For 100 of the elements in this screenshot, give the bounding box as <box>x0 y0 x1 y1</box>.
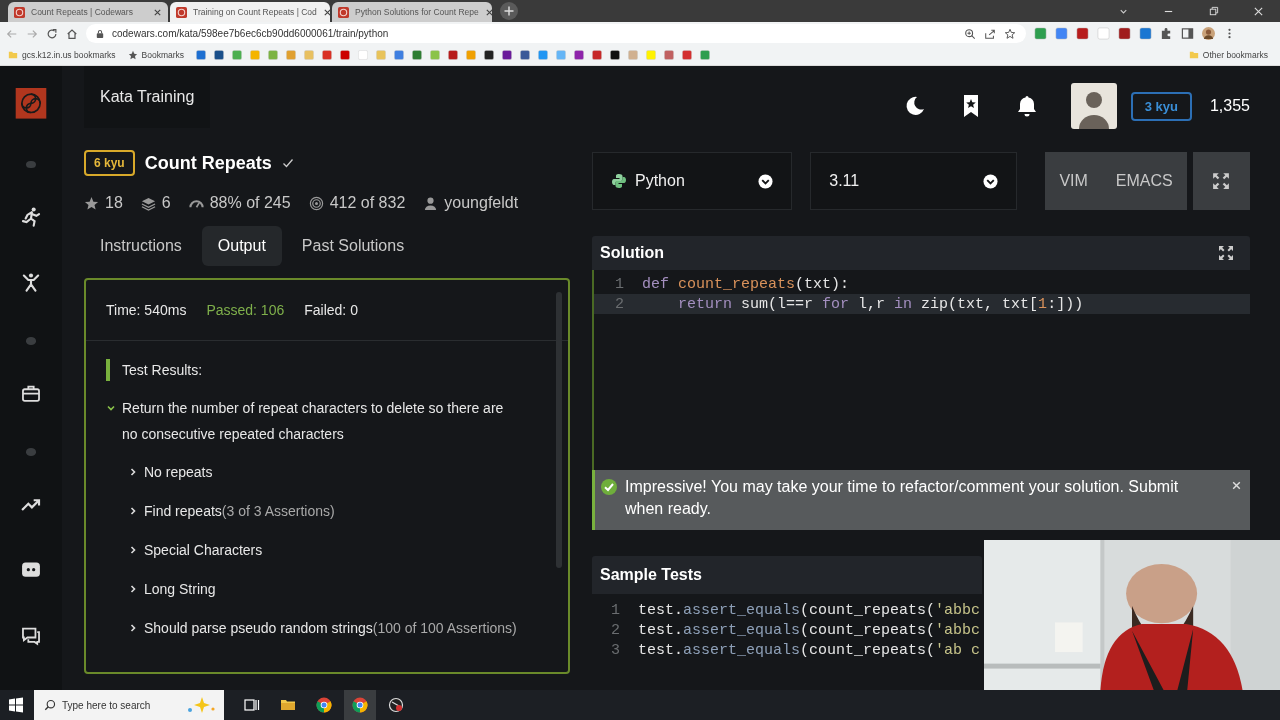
tab[interactable]: Past Solutions <box>285 226 421 266</box>
extension-icon[interactable] <box>1076 27 1089 40</box>
address-bar[interactable]: codewars.com/kata/598ee7b6ec6cb90dd6000061/train/python <box>86 24 1026 43</box>
bookmark-label[interactable]: gcs.k12.in.us bookmarks <box>22 50 116 60</box>
close-icon[interactable] <box>484 7 494 17</box>
chrome-icon[interactable] <box>344 690 376 720</box>
windows-icon[interactable] <box>8 697 24 713</box>
check-circle-icon <box>601 479 617 495</box>
kata-title: Count Repeats <box>144 152 272 174</box>
task-view-icon[interactable] <box>244 697 260 713</box>
puzzle-icon[interactable] <box>1160 27 1173 40</box>
profile-avatar[interactable] <box>1202 27 1215 40</box>
dot-icon <box>26 448 36 456</box>
bookmark-label[interactable]: Other bookmarks <box>1202 50 1268 60</box>
code-line: test.assert_equals(count_repeats('abbc <box>638 601 981 619</box>
results-heading: Test Results: <box>106 359 548 381</box>
stat-value: 412 of 832 <box>329 194 406 212</box>
close-icon[interactable] <box>153 7 162 17</box>
chevron-right-icon <box>128 467 138 477</box>
extension-icon[interactable] <box>1139 27 1152 40</box>
code-line: test.assert_equals(count_repeats('ab c <box>638 641 981 659</box>
passed-count: Passed: 106 <box>206 302 285 318</box>
close-icon[interactable] <box>322 7 332 17</box>
folder-icon <box>1188 50 1199 60</box>
site-icon <box>176 6 187 18</box>
version-select[interactable]: 3.11 <box>810 152 1018 210</box>
new-tab-icon[interactable] <box>500 2 518 20</box>
star-icon <box>84 195 99 211</box>
bookmark-icon[interactable] <box>520 50 531 60</box>
test-group[interactable]: Should parse pseudo random strings(100 of 100 Assertions) <box>128 615 548 641</box>
code-line: def count_repeats(txt): <box>642 275 850 293</box>
avatar[interactable] <box>1070 83 1117 129</box>
expand-icon[interactable] <box>1218 245 1234 261</box>
stat-value: 88% of 245 <box>209 194 291 212</box>
scrollbar[interactable] <box>556 292 562 568</box>
rank-badge: 3 kyu <box>1130 91 1192 121</box>
fullscreen-icon <box>1212 172 1231 190</box>
share-icon[interactable] <box>984 27 996 40</box>
sparkle-icon <box>186 695 216 715</box>
restore-icon[interactable] <box>1208 6 1219 17</box>
bookmark-icon[interactable] <box>484 50 495 60</box>
test-group[interactable]: Return the number of repeat characters to delete so there are no consecutive repeated characters <box>106 395 548 447</box>
extension-icon[interactable] <box>1034 27 1047 40</box>
reload-icon[interactable] <box>46 27 58 40</box>
tab[interactable]: Instructions <box>84 226 198 266</box>
panel-title: Sample Tests <box>600 566 702 584</box>
chevron-right-icon <box>128 545 138 555</box>
chevron-right-icon <box>128 623 138 633</box>
bookmark-icon[interactable] <box>502 50 513 60</box>
dot-icon <box>26 337 36 345</box>
success-message: Impressive! You may take your time to refactor/comment your solution. Submit when ready. <box>625 477 1180 519</box>
extension-icon[interactable] <box>1118 27 1131 40</box>
rank-badge: 6 kyu <box>84 150 135 176</box>
folder-icon[interactable] <box>280 697 296 713</box>
test-group[interactable]: Find repeats(3 of 3 Assertions) <box>128 498 548 524</box>
chevron-right-icon <box>128 584 138 594</box>
browser-tab[interactable]: Count Repeats | Codewars <box>8 2 168 22</box>
code-line: test.assert_equals(count_repeats('abbc <box>638 621 981 639</box>
stat-value: 18 <box>105 194 123 212</box>
dropdown-icon <box>758 173 774 189</box>
tab[interactable]: Output <box>201 226 282 266</box>
recorder-icon[interactable] <box>388 697 404 713</box>
browser-tab[interactable]: Training on Count Repeats | Cod <box>170 2 330 22</box>
chrome-icon[interactable] <box>316 697 332 713</box>
browser-tab[interactable]: Python Solutions for Count Repe <box>332 2 492 22</box>
fullscreen-button[interactable] <box>1192 152 1250 210</box>
star-icon[interactable] <box>1004 27 1016 40</box>
home-icon[interactable] <box>66 27 78 40</box>
target-icon <box>308 195 324 211</box>
bookmark-label[interactable]: Bookmarks <box>141 50 185 60</box>
test-group[interactable]: No repeats <box>128 459 548 485</box>
zoom-icon[interactable] <box>964 27 976 40</box>
user-icon <box>423 195 439 211</box>
honor-score: 1,355 <box>1209 97 1250 115</box>
bookmark-icon[interactable] <box>574 50 585 60</box>
language-select[interactable]: Python <box>592 152 793 210</box>
extension-icon[interactable] <box>1055 27 1068 40</box>
page-title: Kata Training <box>84 66 211 128</box>
chevron-right-icon <box>128 506 138 516</box>
test-group[interactable]: Special Characters <box>128 537 548 563</box>
search-field[interactable]: Type here to search <box>34 690 224 720</box>
site-icon <box>338 6 349 18</box>
bookmark-icon[interactable] <box>610 50 621 60</box>
code-editor[interactable]: 1 def count_repeats(txt): 2 return sum(l==r for l,r in zip(txt, txt[1:])) <box>592 270 1250 470</box>
side-panel-icon[interactable] <box>1181 27 1194 40</box>
lock-icon <box>96 28 104 39</box>
bookmark-icon[interactable] <box>214 50 225 60</box>
folder-icon <box>8 50 18 60</box>
site-icon <box>14 6 25 18</box>
author-link[interactable]: youngfeldt <box>444 194 519 212</box>
line-number: 1 <box>614 275 625 293</box>
line-number: 2 <box>614 295 625 313</box>
failed-count: Failed: 0 <box>304 302 358 318</box>
search-icon <box>44 699 56 711</box>
mode-button[interactable]: EMACS <box>1101 152 1187 210</box>
mode-button[interactable]: VIM <box>1045 152 1102 210</box>
star-icon <box>127 50 138 60</box>
test-group[interactable]: Long String <box>128 576 548 602</box>
panel-title: Solution <box>600 244 664 262</box>
python-icon <box>611 173 627 189</box>
